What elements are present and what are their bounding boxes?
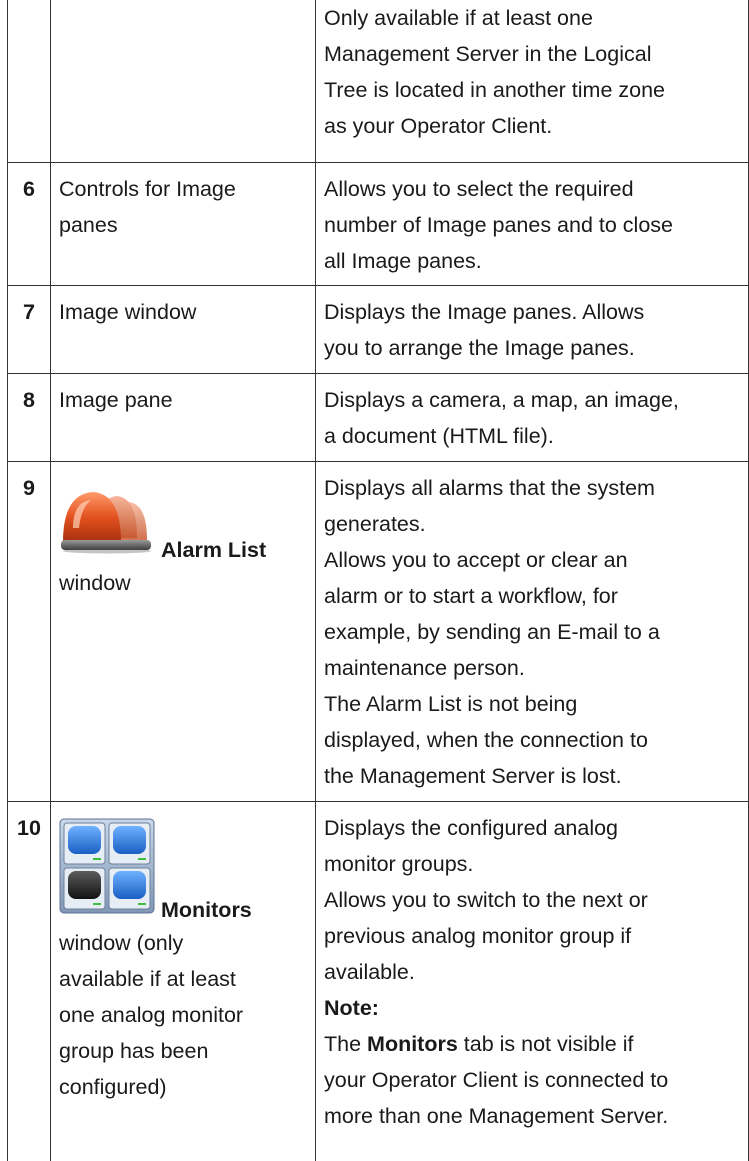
element-line: Image pane <box>59 387 173 412</box>
description-line: Allows you to select the required <box>324 176 634 201</box>
description-line: Tree is located in another time zone <box>324 78 665 102</box>
row-number <box>7 0 51 163</box>
description-line: Allows you to accept or clear an <box>324 547 628 572</box>
element-line: one analog monitor <box>59 1002 244 1027</box>
element-line: group has been <box>59 1038 209 1063</box>
monitors-grid-icon <box>59 818 155 925</box>
row-element: Image pane <box>50 372 316 462</box>
row-description: Displays a camera, a map, an image, a do… <box>315 372 749 462</box>
row-description: Only available if at least one Managemen… <box>315 0 749 163</box>
table-row: 6 Controls for Image panes Allows you to… <box>7 161 749 286</box>
description-line: you to arrange the Image panes. <box>324 335 635 360</box>
monitors-label: Monitors <box>161 897 252 922</box>
note-label: Note: <box>324 995 379 1020</box>
row-number: 6 <box>7 161 51 286</box>
monitors-heading: Monitors <box>59 818 307 925</box>
row-element: Alarm List window <box>50 460 316 802</box>
note-pre: The <box>324 1031 368 1056</box>
row-element: Controls for Image panes <box>50 161 316 286</box>
row-element <box>50 0 316 163</box>
row-number: 10 <box>7 800 51 1161</box>
row-description: Displays the Image panes. Allows you to … <box>315 284 749 374</box>
table-row: 7 Image window Displays the Image panes.… <box>7 284 749 374</box>
row-element: Monitors window (only available if at le… <box>50 800 316 1161</box>
description-line: example, by sending an E-mail to a <box>324 619 660 644</box>
description-line: Displays all alarms that the system <box>324 475 655 500</box>
alarm-list-heading: Alarm List <box>59 488 307 565</box>
description-line: Allows you to switch to the next or <box>324 887 648 912</box>
description-line: maintenance person. <box>324 655 525 680</box>
description-line: The Alarm List is not being <box>324 691 578 716</box>
row-number: 8 <box>7 372 51 462</box>
table-row: 8 Image pane Displays a camera, a map, a… <box>7 372 749 462</box>
element-line: available if at least <box>59 966 236 991</box>
row-description: Allows you to select the required number… <box>315 161 749 286</box>
description-line: monitor groups. <box>324 851 474 876</box>
description-line: Displays the Image panes. Allows <box>324 299 645 324</box>
description-line: Displays the configured analog <box>324 815 619 840</box>
description-line: alarm or to start a workflow, for <box>324 583 618 608</box>
element-line: configured) <box>59 1074 167 1099</box>
note-line: The Monitors tab is not visible if <box>324 1026 744 1062</box>
description-line: a document (HTML file). <box>324 423 554 448</box>
table-row: 10 Monitors window (only available if at… <box>7 800 749 1161</box>
description-line: as your Operator Client. <box>324 114 553 138</box>
alarm-list-label: Alarm List <box>161 537 267 562</box>
row-element: Image window <box>50 284 316 374</box>
note-bold: Monitors <box>367 1031 458 1056</box>
description-line: available. <box>324 959 415 984</box>
element-line: Image window <box>59 299 197 324</box>
description-line: number of Image panes and to close <box>324 212 673 237</box>
description-line: Management Server in the Logical <box>324 42 652 66</box>
table-row: 9 Alarm List window Displays all alarms … <box>7 460 749 802</box>
row-description: Displays the configured analog monitor g… <box>315 800 749 1161</box>
table-row: Only available if at least one Managemen… <box>7 0 749 163</box>
row-description: Displays all alarms that the system gene… <box>315 460 749 802</box>
element-line: window (only <box>59 930 184 955</box>
description-line: Displays a camera, a map, an image, <box>324 387 679 412</box>
description-line: Only available if at least one <box>324 6 593 30</box>
row-number: 9 <box>7 460 51 802</box>
row-number: 7 <box>7 284 51 374</box>
element-line: panes <box>59 212 118 237</box>
description-line: all Image panes. <box>324 248 482 273</box>
note-post: tab is not visible if <box>457 1031 634 1056</box>
description-line: the Management Server is lost. <box>324 763 622 788</box>
element-line: window <box>59 570 131 595</box>
description-line: generates. <box>324 511 426 536</box>
description-line: displayed, when the connection to <box>324 727 648 752</box>
element-line: Controls for Image <box>59 176 236 201</box>
note-line: more than one Management Server. <box>324 1103 669 1128</box>
description-line: previous analog monitor group if <box>324 923 632 948</box>
manual-table: Only available if at least one Managemen… <box>7 0 749 1161</box>
note-line: your Operator Client is connected to <box>324 1067 669 1092</box>
alarm-beacon-icon <box>59 488 155 565</box>
